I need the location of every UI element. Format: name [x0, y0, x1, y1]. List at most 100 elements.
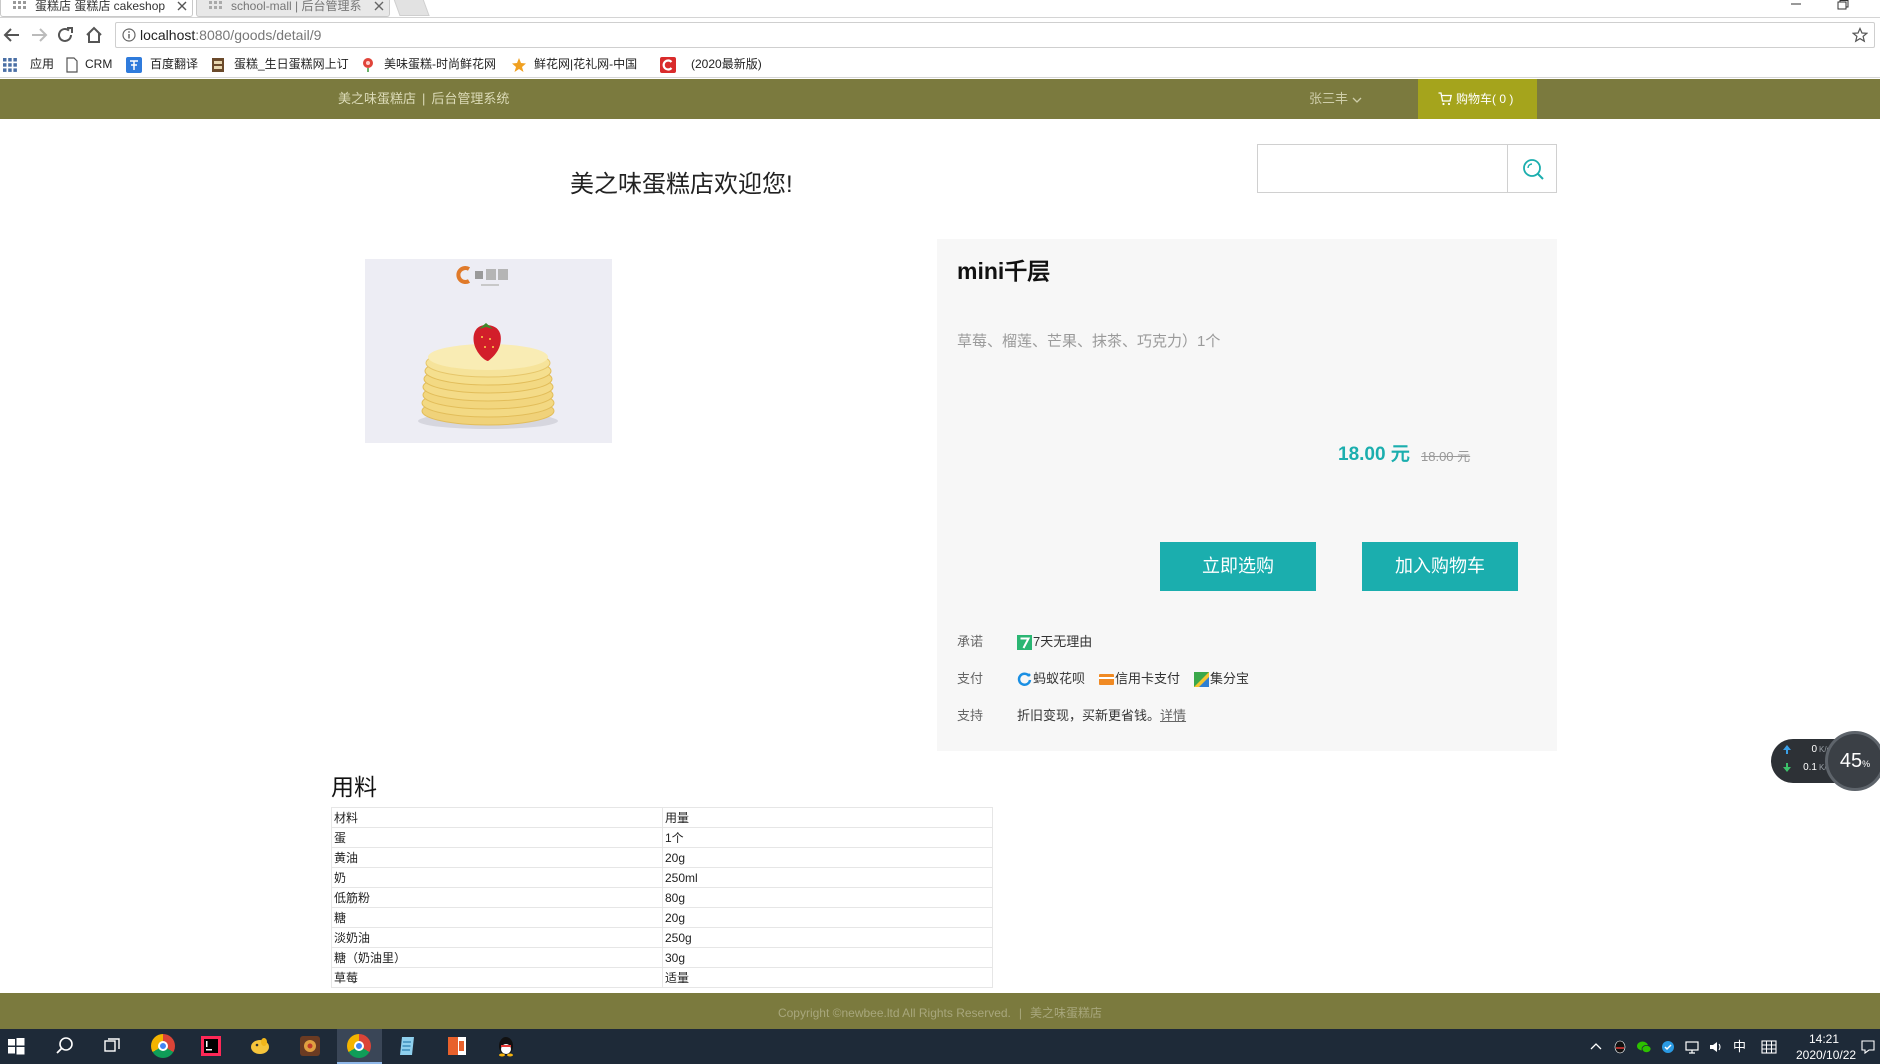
chrome-icon[interactable]: [151, 1034, 175, 1058]
volume-icon[interactable]: [1708, 1039, 1724, 1055]
search-button[interactable]: [1507, 144, 1557, 193]
ingredient-amount: 30g: [662, 947, 993, 968]
bookmark-star-icon[interactable]: [1852, 27, 1868, 43]
brand-link[interactable]: 美之味蛋糕店: [338, 91, 416, 106]
wechat-icon[interactable]: [1636, 1039, 1652, 1055]
ingredient-amount: 适量: [662, 967, 993, 988]
windows-start-icon[interactable]: [4, 1034, 28, 1058]
qq-penguin-icon[interactable]: [494, 1034, 518, 1058]
new-tab-button[interactable]: [392, 0, 430, 16]
download-value: 0.1: [1803, 762, 1817, 773]
footer-separator: |: [1018, 1006, 1023, 1020]
security-icon[interactable]: [1660, 1039, 1676, 1055]
bookmark-2020[interactable]: (2020最新版): [691, 52, 762, 76]
header-left: 美之味蛋糕店 | 后台管理系统: [338, 79, 515, 119]
payment-methods: 蚂蚁花呗 信用卡支付 集分宝: [1017, 670, 1263, 688]
payment-label: 支付: [957, 671, 984, 686]
product-description: 草莓、榴莲、芒果、抹茶、巧克力）1个: [957, 333, 1221, 350]
payment-credit-card: 信用卡支付: [1099, 670, 1180, 688]
system-clock[interactable]: 14:21 2020/10/22: [1796, 1031, 1856, 1063]
address-bar[interactable]: localhost:8080/goods/detail/9: [115, 22, 1875, 48]
clock-time: 14:21: [1808, 1032, 1840, 1046]
support-details-link[interactable]: 详情: [1160, 707, 1186, 725]
product-image: [365, 259, 612, 443]
bookmark-apps[interactable]: 应用: [30, 52, 54, 76]
page-icon: [66, 57, 78, 73]
tab-favicon-icon: [13, 1, 26, 9]
admin-link[interactable]: 后台管理系统: [431, 91, 509, 106]
footer-shop-link[interactable]: 美之味蛋糕店: [1030, 1006, 1102, 1020]
download-arrow-icon: [1783, 763, 1791, 772]
search-icon[interactable]: [53, 1034, 77, 1058]
shopping-cart-icon: [1438, 92, 1452, 106]
usage-value: 45: [1839, 750, 1863, 772]
chrome-icon[interactable]: [347, 1034, 371, 1058]
network-icon[interactable]: [1684, 1039, 1700, 1055]
task-view-icon[interactable]: [100, 1034, 124, 1058]
flower-icon: [363, 58, 373, 72]
minimize-window-icon[interactable]: [1788, 0, 1804, 12]
windows-taskbar: 中 14:21 2020/10/22: [0, 1029, 1880, 1064]
add-to-cart-button[interactable]: 加入购物车: [1362, 542, 1518, 591]
close-tab-icon[interactable]: [374, 1, 384, 11]
ingredient-name: 糖: [331, 907, 663, 928]
column-header: 用量: [662, 807, 993, 828]
ingredient-amount: 250g: [662, 927, 993, 948]
ingredients-title: 用料: [331, 774, 377, 800]
product-name: mini千层: [957, 258, 1051, 284]
yellow-app-icon[interactable]: [248, 1034, 272, 1058]
reload-icon[interactable]: [56, 26, 76, 44]
keyboard-grid-icon[interactable]: [1761, 1039, 1777, 1055]
seven-day-return-icon: [1017, 634, 1032, 650]
copyright-text: Copyright ©newbee.ltd All Rights Reserve…: [777, 1006, 1011, 1020]
forward-arrow-icon[interactable]: [29, 26, 49, 44]
ingredient-amount: 1个: [662, 827, 993, 848]
chevron-up-icon[interactable]: [1588, 1039, 1604, 1055]
back-arrow-icon[interactable]: [2, 26, 22, 44]
qq-tray-icon[interactable]: [1612, 1039, 1628, 1055]
browser-tab-school-mall[interactable]: school-mall | 后台管理系: [196, 0, 390, 17]
user-menu[interactable]: 张三丰: [1309, 79, 1362, 119]
bookmarks-bar: 应用 CRM 百度翻译 蛋糕_生日蛋糕网上订 美味蛋糕-时尚鲜花网 鲜花网|花礼…: [0, 52, 1880, 78]
chevron-down-icon: [1352, 97, 1362, 103]
header-separator: |: [422, 91, 426, 106]
apps-grid-icon[interactable]: [2, 57, 18, 73]
cart-label: 购物车( 0 ): [1456, 92, 1514, 106]
huabei-icon: [1017, 672, 1032, 686]
ingredient-name: 黄油: [331, 847, 663, 868]
download-speed: 0.1K/s: [1783, 762, 1831, 773]
bookmark-baidu-translate[interactable]: 百度翻译: [150, 52, 198, 76]
upload-arrow-icon: [1783, 745, 1791, 754]
office-icon[interactable]: [445, 1034, 469, 1058]
ingredient-name: 淡奶油: [331, 927, 663, 948]
search-input[interactable]: [1257, 144, 1508, 193]
home-icon[interactable]: [84, 26, 104, 44]
bookmark-flower-site[interactable]: 鲜花网|花礼网-中国: [534, 52, 637, 76]
network-monitor-widget[interactable]: 0K/s 0.1K/s 45%: [1771, 731, 1880, 791]
upload-value: 0: [1811, 744, 1817, 755]
input-method-indicator[interactable]: 中: [1733, 1029, 1746, 1064]
support-text: 折旧变现，买新更省钱。: [1017, 708, 1161, 723]
table-row: 糖 20g: [331, 907, 993, 928]
browser-tab-cakeshop[interactable]: 蛋糕店 蛋糕店 cakeshop: [0, 0, 193, 17]
bookmark-cake-site[interactable]: 蛋糕_生日蛋糕网上订: [234, 52, 349, 76]
footer-text: Copyright ©newbee.ltd All Rights Reserve…: [0, 1006, 1880, 1020]
promise-label: 承诺: [957, 634, 984, 649]
notification-icon[interactable]: [1860, 1039, 1876, 1055]
site-info-icon[interactable]: [122, 28, 136, 42]
cart-button[interactable]: 购物车( 0 ): [1418, 79, 1537, 119]
restore-window-icon[interactable]: [1834, 0, 1850, 12]
buy-now-button[interactable]: 立即选购: [1160, 542, 1316, 591]
table-header-row: 材料 用量: [331, 807, 993, 828]
intellij-icon[interactable]: [199, 1034, 223, 1058]
notepad-icon[interactable]: [396, 1034, 420, 1058]
ingredient-name: 蛋: [331, 827, 663, 848]
bookmark-meiwei-cake[interactable]: 美味蛋糕-时尚鲜花网: [384, 52, 496, 76]
close-tab-icon[interactable]: [177, 1, 187, 11]
game-app-icon[interactable]: [298, 1034, 322, 1058]
ingredient-amount: 250ml: [662, 867, 993, 888]
site-header: 美之味蛋糕店 | 后台管理系统 张三丰 购物车( 0 ): [0, 79, 1880, 119]
flower-star-icon: [512, 58, 526, 72]
bookmark-crm[interactable]: CRM: [85, 52, 112, 76]
table-row: 黄油 20g: [331, 847, 993, 868]
